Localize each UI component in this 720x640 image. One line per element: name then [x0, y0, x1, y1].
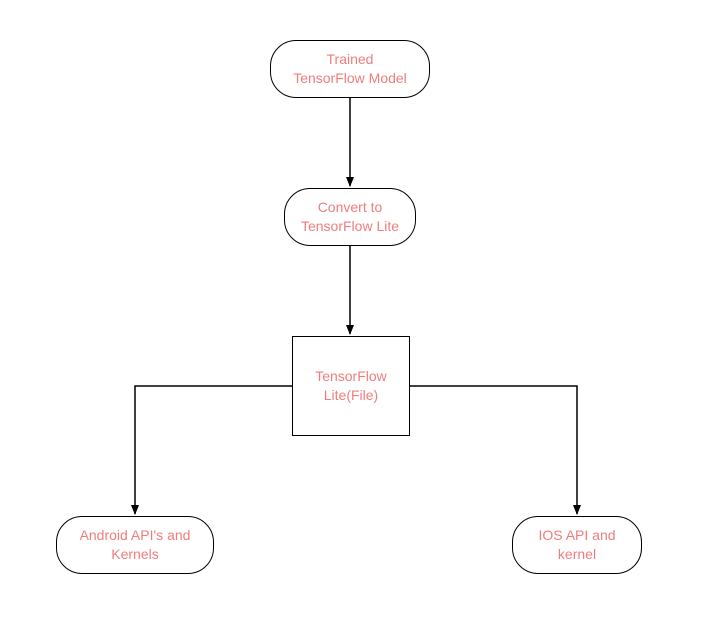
node-tflite-file: TensorFlow Lite(File): [292, 336, 410, 436]
node-android: Android API's and Kernels: [56, 516, 214, 574]
node-label: IOS API and kernel: [538, 526, 615, 564]
node-ios: IOS API and kernel: [512, 516, 642, 574]
node-trained-model: Trained TensorFlow Model: [270, 40, 430, 98]
edge-file-ios: [410, 386, 577, 514]
node-convert: Convert to TensorFlow Lite: [284, 188, 416, 246]
node-label: Android API's and Kernels: [80, 526, 191, 564]
node-label: TensorFlow Lite(File): [315, 367, 387, 405]
edge-file-android: [135, 386, 292, 514]
node-label: Convert to TensorFlow Lite: [301, 198, 399, 236]
node-label: Trained TensorFlow Model: [293, 50, 407, 88]
